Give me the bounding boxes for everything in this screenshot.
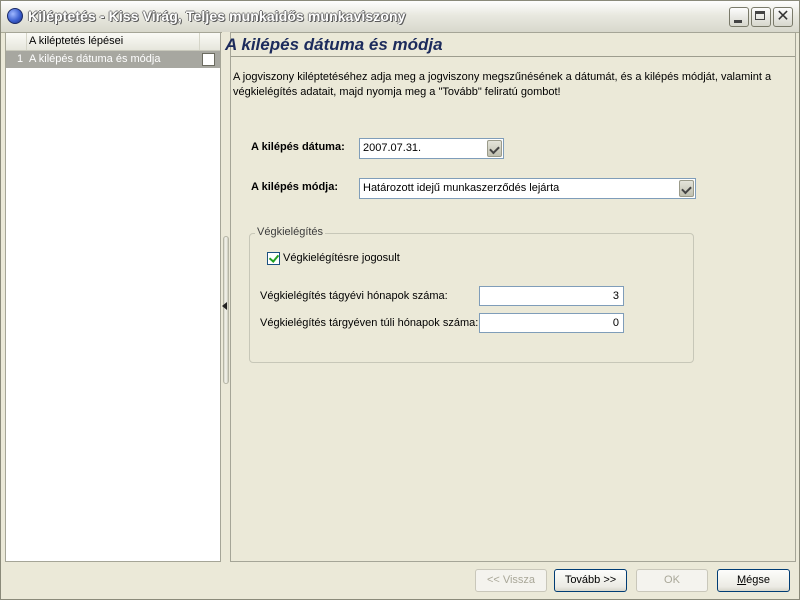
- current-year-months-input[interactable]: 3: [479, 286, 624, 306]
- minimize-icon: [730, 8, 748, 26]
- exit-mode-value: Határozott idejű munkaszerződés lejárta: [363, 182, 560, 194]
- content-panel: A kilépés dátuma és módja A jogviszony k…: [225, 32, 796, 562]
- current-year-months-value: 3: [612, 290, 619, 302]
- minimize-button[interactable]: [729, 7, 749, 27]
- step-label: A kilépés dátuma és módja: [29, 53, 161, 65]
- exit-date-picker[interactable]: 2007.07.31.: [359, 138, 504, 159]
- current-year-months-label: Végkielégítés tágyévi hónapok száma:: [260, 290, 448, 302]
- close-icon: ✕: [776, 8, 790, 25]
- severance-eligible-label[interactable]: Végkielégítésre jogosult: [283, 252, 400, 264]
- beyond-year-months-input[interactable]: 0: [479, 313, 624, 333]
- panel-splitter[interactable]: [222, 32, 230, 562]
- back-button[interactable]: << Vissza: [475, 569, 547, 592]
- cancel-button[interactable]: Mégse: [717, 569, 790, 592]
- cancel-button-label: égse: [746, 574, 771, 586]
- exit-mode-label: A kilépés módja:: [251, 181, 339, 193]
- splitter-grip[interactable]: [223, 236, 229, 384]
- title-divider: [231, 56, 795, 57]
- exit-mode-select[interactable]: Határozott idejű munkaszerződés lejárta: [359, 178, 696, 199]
- dialog-window: Kiléptetés - Kiss Virág, Teljes munkaidő…: [0, 0, 800, 600]
- beyond-year-months-label: Végkielégítés tárgyéven túli hónapok szá…: [260, 317, 479, 329]
- ok-button[interactable]: OK: [636, 569, 708, 592]
- maximize-icon: [752, 8, 770, 26]
- steps-header-divider: [199, 33, 200, 50]
- exit-date-label: A kilépés dátuma:: [251, 141, 345, 153]
- beyond-year-months-value: 0: [612, 317, 619, 329]
- step-number: 1: [17, 53, 24, 65]
- severance-eligible-checkbox[interactable]: [267, 252, 280, 265]
- app-icon: [7, 8, 23, 24]
- steps-header-label: A kiléptetés lépései: [29, 35, 124, 47]
- page-title: A kilépés dátuma és módja: [225, 35, 443, 54]
- window-title: Kiléptetés - Kiss Virág, Teljes munkaidő…: [28, 8, 406, 24]
- collapse-arrow-icon[interactable]: [222, 302, 227, 310]
- steps-header: A kiléptetés lépései: [6, 33, 220, 51]
- steps-header-number-column: [6, 33, 27, 50]
- exit-date-value: 2007.07.31.: [363, 142, 422, 154]
- step-item[interactable]: 1 A kilépés dátuma és módja: [6, 51, 220, 68]
- button-bar: << Vissza Tovább >> OK Mégse: [1, 563, 799, 599]
- step-checkbox[interactable]: [202, 53, 215, 66]
- severance-group-title: Végkielégítés: [255, 226, 326, 238]
- steps-panel: A kiléptetés lépései 1 A kilépés dátuma …: [5, 32, 221, 562]
- next-button[interactable]: Tovább >>: [554, 569, 627, 592]
- close-button[interactable]: ✕: [773, 7, 793, 27]
- title-bar[interactable]: Kiléptetés - Kiss Virág, Teljes munkaidő…: [1, 1, 799, 33]
- cancel-button-accelerator: M: [736, 574, 747, 586]
- maximize-button[interactable]: [751, 7, 771, 27]
- chevron-down-icon[interactable]: [487, 140, 502, 157]
- chevron-down-icon[interactable]: [679, 180, 694, 197]
- instructions-text: A jogviszony kiléptetéséhez adja meg a j…: [233, 71, 772, 98]
